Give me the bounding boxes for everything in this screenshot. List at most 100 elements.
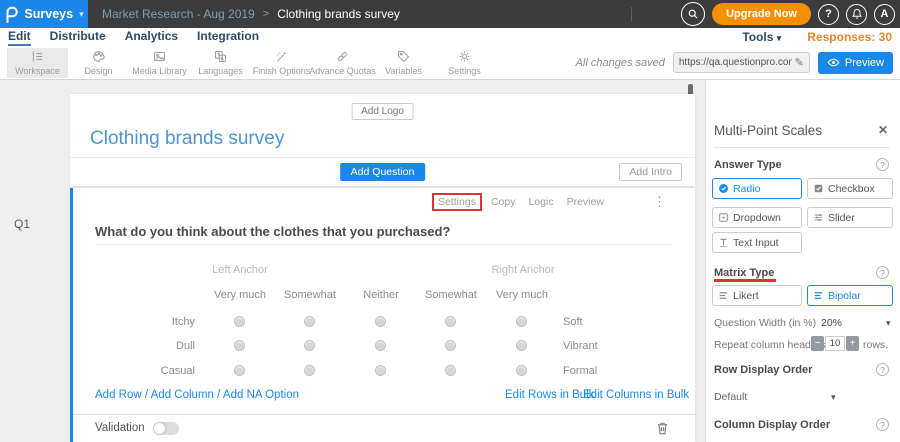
help-icon[interactable]: ?	[876, 418, 889, 431]
help-icon[interactable]: ?	[876, 158, 889, 171]
question-logic-action[interactable]: Logic	[528, 196, 553, 208]
nav-tabs: Edit Distribute Analytics Integration	[8, 28, 259, 46]
radio-button[interactable]	[516, 340, 527, 351]
question-width-value[interactable]: 20%	[821, 317, 842, 329]
row-display-order-value[interactable]: Default	[714, 391, 747, 403]
answer-type-slider-option[interactable]: Slider	[807, 207, 893, 228]
dropdown-icon	[718, 212, 729, 223]
toolbar-item-label: Settings	[448, 66, 481, 76]
matrix-row-label-left[interactable]: Dull	[73, 340, 195, 352]
toolbar-item-media-library[interactable]: Media Library	[129, 48, 190, 78]
close-icon[interactable]: ✕	[878, 123, 888, 137]
radio-button[interactable]	[445, 340, 456, 351]
add-logo-button[interactable]: Add Logo	[351, 103, 414, 120]
answer-type-text-input-option[interactable]: Text Input	[712, 232, 802, 253]
surveys-menu[interactable]: Surveys ▾	[0, 0, 88, 28]
repeat-headers-input[interactable]	[825, 336, 845, 351]
radio-button[interactable]	[304, 365, 315, 376]
toolbar-item-label: Advance Quotas	[309, 66, 376, 76]
right-anchor-label: Right Anchor	[476, 264, 570, 276]
tools-menu[interactable]: Tools ▾	[742, 30, 781, 44]
radio-button[interactable]	[304, 340, 315, 351]
matrix-type-bipolar-option[interactable]: Bipolar	[807, 285, 893, 306]
add-na-option-link[interactable]: Add NA Option	[223, 389, 299, 401]
tab-integration[interactable]: Integration	[197, 28, 259, 46]
tab-edit[interactable]: Edit	[8, 28, 31, 46]
preview-button[interactable]: Preview	[818, 52, 893, 74]
toolbar-item-label: Finish Options	[253, 66, 311, 76]
matrix-row-label-right[interactable]: Soft	[563, 316, 583, 328]
option-label: Radio	[733, 183, 760, 195]
delete-question-button[interactable]	[655, 420, 670, 436]
radio-button[interactable]	[304, 316, 315, 327]
kebab-menu-icon[interactable]: ⋮	[653, 195, 666, 209]
slider-icon	[813, 212, 824, 223]
matrix-row-label-right[interactable]: Formal	[563, 365, 597, 377]
question-copy-action[interactable]: Copy	[491, 196, 516, 208]
question-number: Q1	[14, 217, 30, 231]
search-button[interactable]	[681, 2, 705, 26]
toolbar-item-workspace[interactable]: Workspace	[7, 48, 68, 78]
notifications-button[interactable]	[846, 4, 867, 25]
edit-rows-bulk-link[interactable]: Edit Rows in Bulk	[505, 389, 594, 401]
radio-button[interactable]	[234, 316, 245, 327]
toolbar-item-label: Design	[84, 66, 112, 76]
toolbar-item-languages[interactable]: Languages	[190, 48, 251, 78]
add-column-link[interactable]: Add Column	[151, 389, 214, 401]
radio-button[interactable]	[445, 365, 456, 376]
toolbar-item-design[interactable]: Design	[68, 48, 129, 78]
add-intro-button[interactable]: Add Intro	[619, 163, 682, 181]
toolbar-item-variables[interactable]: Variables	[373, 48, 434, 78]
topbar-divider	[631, 7, 632, 21]
radio-check-icon	[718, 183, 729, 194]
breadcrumb-parent[interactable]: Market Research - Aug 2019	[102, 7, 255, 21]
matrix-type-likert-option[interactable]: Likert	[712, 285, 802, 306]
help-icon[interactable]: ?	[876, 363, 889, 376]
question-text[interactable]: What do you think about the clothes that…	[95, 224, 450, 239]
header-divider	[70, 157, 695, 158]
gear-icon	[457, 49, 472, 64]
radio-button[interactable]	[516, 365, 527, 376]
upgrade-now-button[interactable]: Upgrade Now	[712, 3, 811, 25]
edit-columns-bulk-link[interactable]: Edit Columns in Bulk	[583, 389, 689, 401]
chevron-down-icon[interactable]: ▾	[886, 318, 891, 329]
radio-button[interactable]	[234, 365, 245, 376]
radio-button[interactable]	[445, 316, 456, 327]
matrix-column-header: Neither	[346, 289, 416, 301]
tab-distribute[interactable]: Distribute	[50, 28, 106, 46]
matrix-row-label-left[interactable]: Itchy	[73, 316, 195, 328]
decrement-button[interactable]: −	[811, 336, 824, 351]
help-icon[interactable]: ?	[876, 266, 889, 279]
chevron-down-icon[interactable]: ▾	[831, 392, 836, 403]
radio-button[interactable]	[234, 340, 245, 351]
matrix-row-label-right[interactable]: Vibrant	[563, 340, 598, 352]
add-question-button[interactable]: Add Question	[340, 163, 426, 181]
answer-type-checkbox-option[interactable]: Checkbox	[807, 178, 893, 199]
radio-button[interactable]	[375, 365, 386, 376]
help-button[interactable]: ?	[818, 4, 839, 25]
responses-count[interactable]: Responses: 30	[807, 30, 892, 44]
toolbar-item-label: Workspace	[15, 66, 60, 76]
validation-toggle[interactable]	[153, 422, 179, 435]
add-row-link[interactable]: Add Row	[95, 389, 142, 401]
edit-url-icon[interactable]: ✎	[795, 56, 804, 69]
radio-button[interactable]	[375, 316, 386, 327]
answer-type-radio-option[interactable]: Radio	[712, 178, 802, 199]
answer-type-dropdown-option[interactable]: Dropdown	[712, 207, 802, 228]
increment-button[interactable]: +	[846, 336, 859, 351]
toolbar-item-finish-options[interactable]: Finish Options	[251, 48, 312, 78]
toolbar-item-advance-quotas[interactable]: Advance Quotas	[312, 48, 373, 78]
question-preview-action[interactable]: Preview	[567, 196, 604, 208]
likert-icon	[718, 290, 729, 301]
rows-suffix-label: rows.	[863, 339, 888, 351]
avatar[interactable]: A	[874, 4, 895, 25]
radio-button[interactable]	[516, 316, 527, 327]
tab-analytics[interactable]: Analytics	[125, 28, 178, 46]
matrix-row-label-left[interactable]: Casual	[73, 365, 195, 377]
radio-button[interactable]	[375, 340, 386, 351]
question-settings-action[interactable]: Settings	[432, 193, 482, 211]
settings-sidebar: Multi-Point Scales ✕ Answer Type ? Radio…	[705, 80, 900, 442]
survey-title[interactable]: Clothing brands survey	[90, 128, 284, 150]
toolbar-item-settings[interactable]: Settings	[434, 48, 495, 78]
survey-url-input[interactable]	[679, 57, 792, 68]
